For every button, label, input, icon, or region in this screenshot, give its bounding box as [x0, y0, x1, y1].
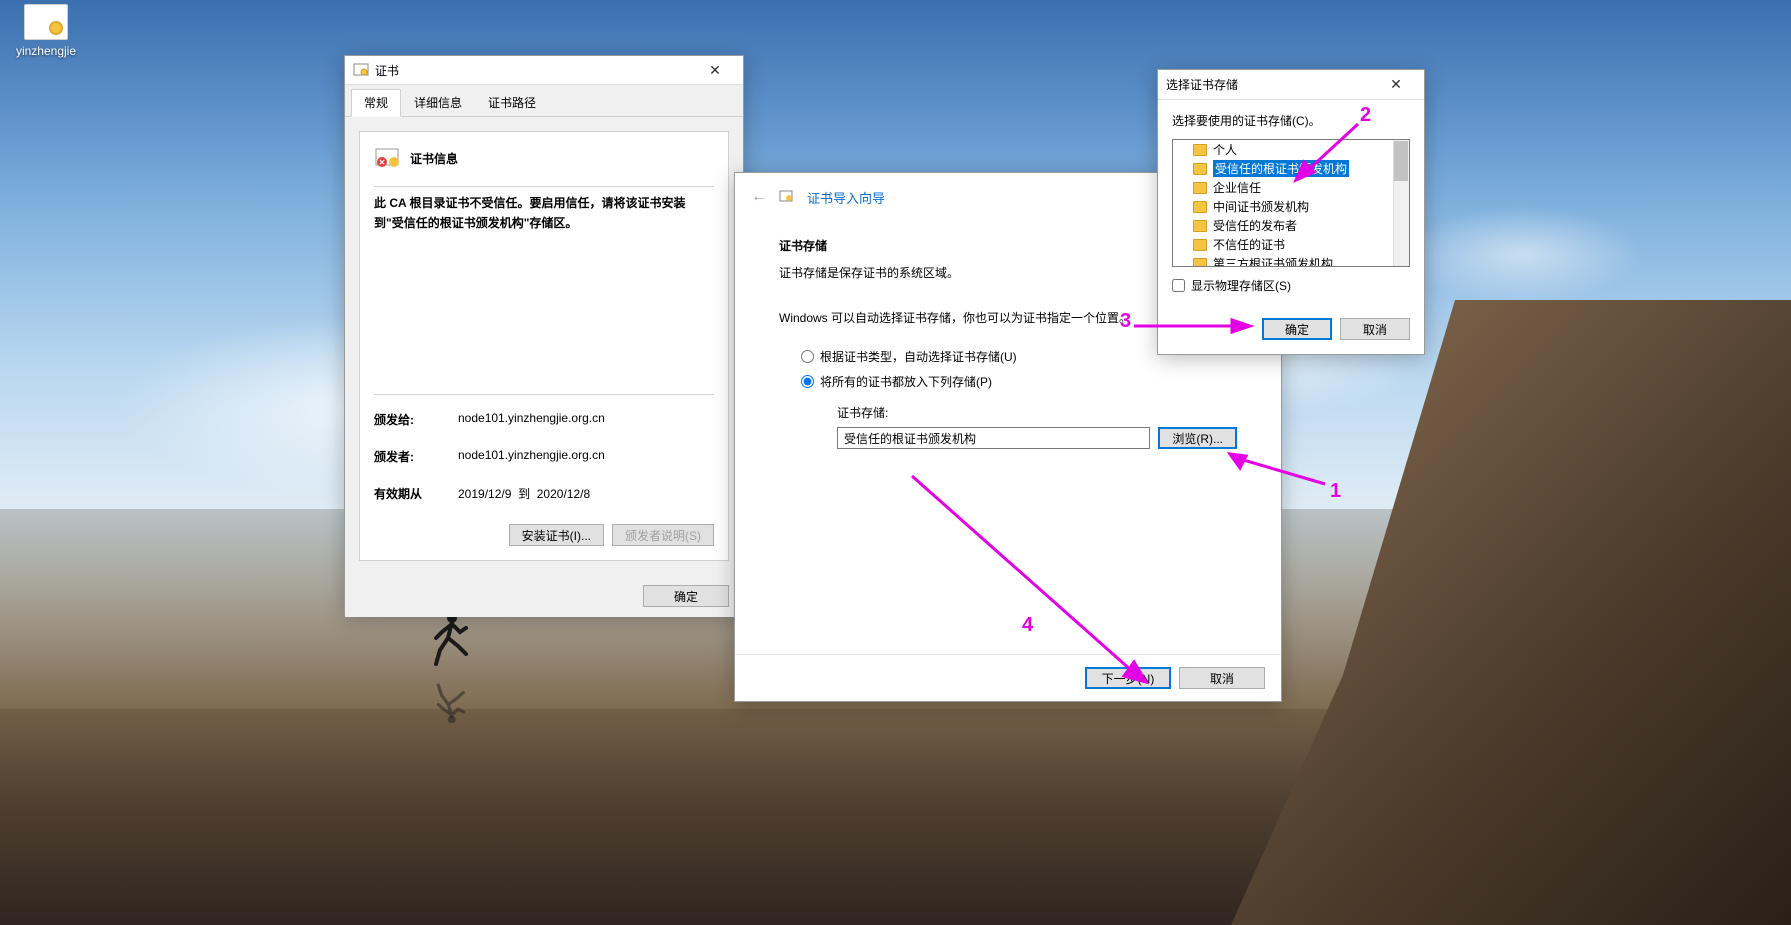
- certificate-panel: ✕ 证书信息 此 CA 根目录证书不受信任。要启用信任，请将该证书安装到"受信任…: [359, 131, 729, 561]
- certificate-titlebar[interactable]: 证书 ✕: [345, 56, 743, 85]
- desktop-icon-certificate[interactable]: yinzhengjie: [8, 4, 84, 58]
- scrollbar-thumb[interactable]: [1394, 141, 1408, 181]
- tab-cert-path[interactable]: 证书路径: [475, 89, 549, 116]
- tree-item-trusted-root[interactable]: 受信任的根证书颁发机构: [1173, 159, 1409, 178]
- certificate-tab-body: ✕ 证书信息 此 CA 根目录证书不受信任。要启用信任，请将该证书安装到"受信任…: [345, 117, 743, 575]
- issuer-statement-button: 颁发者说明(S): [612, 524, 714, 546]
- radio-manual-input[interactable]: [801, 375, 814, 388]
- cert-warning-icon: ✕: [374, 146, 402, 170]
- runner-silhouette: [430, 610, 470, 670]
- picker-ok-button[interactable]: 确定: [1262, 318, 1332, 340]
- annotation-3: 3: [1120, 310, 1131, 333]
- wizard-cancel-button[interactable]: 取消: [1179, 667, 1265, 689]
- folder-icon: [1193, 144, 1207, 156]
- store-field-label: 证书存储:: [837, 404, 1237, 421]
- certificate-title: 证书: [375, 62, 399, 79]
- radio-auto-input[interactable]: [801, 350, 814, 363]
- folder-icon: [1193, 163, 1207, 175]
- store-tree[interactable]: 个人 受信任的根证书颁发机构 企业信任 中间证书颁发机构 受信任的发布者 不信任…: [1172, 139, 1410, 267]
- folder-icon: [1193, 258, 1207, 268]
- close-button[interactable]: ✕: [695, 56, 735, 84]
- radio-manual-select[interactable]: 将所有的证书都放入下列存储(P): [779, 369, 1237, 394]
- radio-manual-label: 将所有的证书都放入下列存储(P): [820, 373, 992, 390]
- arrow-4: [902, 466, 1152, 686]
- store-input[interactable]: [837, 427, 1150, 449]
- browse-button[interactable]: 浏览(R)...: [1158, 427, 1237, 449]
- issued-to-label: 颁发给:: [374, 411, 458, 428]
- desktop-icon-label: yinzhengjie: [8, 44, 84, 58]
- store-picker-close-button[interactable]: ✕: [1376, 71, 1416, 99]
- issued-by-label: 颁发者:: [374, 448, 458, 465]
- folder-icon: [1193, 201, 1207, 213]
- certificate-icon: [353, 62, 369, 78]
- arrow-3: [1132, 318, 1252, 334]
- tree-item-personal[interactable]: 个人: [1173, 140, 1409, 159]
- tree-item-untrusted[interactable]: 不信任的证书: [1173, 235, 1409, 254]
- folder-icon: [1193, 220, 1207, 232]
- arrow-2: [1296, 122, 1366, 182]
- folder-icon: [1193, 239, 1207, 251]
- show-physical-checkbox[interactable]: [1172, 279, 1185, 292]
- tab-details[interactable]: 详细信息: [401, 89, 475, 116]
- tab-general[interactable]: 常规: [351, 89, 401, 117]
- certificate-file-icon: [24, 4, 68, 40]
- valid-from-label: 有效期从: [374, 485, 458, 502]
- certificate-tabs: 常规 详细信息 证书路径: [345, 85, 743, 117]
- cert-warning-text: 此 CA 根目录证书不受信任。要启用信任，请将该证书安装到"受信任的根证书颁发机…: [374, 193, 714, 246]
- wizard-icon: [779, 189, 795, 205]
- tree-item-third-party[interactable]: 第三方根证书颁发机构: [1173, 254, 1409, 267]
- svg-text:✕: ✕: [379, 158, 386, 167]
- store-picker-instruction: 选择要使用的证书存储(C)。: [1172, 112, 1410, 129]
- show-physical-checkbox-row[interactable]: 显示物理存储区(S): [1172, 277, 1410, 294]
- store-picker-titlebar[interactable]: 选择证书存储 ✕: [1158, 70, 1424, 100]
- install-certificate-button[interactable]: 安装证书(I)...: [509, 524, 604, 546]
- certificate-dialog: 证书 ✕ 常规 详细信息 证书路径 ✕ 证书信息 此 CA 根目录证书不受信任。…: [344, 55, 744, 615]
- tree-item-enterprise[interactable]: 企业信任: [1173, 178, 1409, 197]
- show-physical-label: 显示物理存储区(S): [1191, 277, 1291, 294]
- certificate-ok-button[interactable]: 确定: [643, 585, 729, 607]
- arrow-1: [1230, 454, 1332, 494]
- tree-item-intermediate[interactable]: 中间证书颁发机构: [1173, 197, 1409, 216]
- radio-auto-label: 根据证书类型，自动选择证书存储(U): [820, 348, 1017, 365]
- runner-reflection: [430, 681, 470, 726]
- wizard-title: 证书导入向导: [807, 188, 885, 207]
- issued-to-value: node101.yinzhengjie.org.cn: [458, 411, 605, 428]
- store-picker-dialog: 选择证书存储 ✕ 选择要使用的证书存储(C)。 个人 受信任的根证书颁发机构 企…: [1157, 69, 1425, 355]
- folder-icon: [1193, 182, 1207, 194]
- valid-from-value: 2019/12/9 到 2020/12/8: [458, 485, 590, 502]
- issued-by-value: node101.yinzhengjie.org.cn: [458, 448, 605, 465]
- picker-cancel-button[interactable]: 取消: [1340, 318, 1410, 340]
- tree-item-trusted-publishers[interactable]: 受信任的发布者: [1173, 216, 1409, 235]
- store-picker-title: 选择证书存储: [1166, 76, 1238, 93]
- cert-info-header-text: 证书信息: [410, 150, 458, 167]
- back-button[interactable]: ←: [751, 188, 767, 206]
- tree-scrollbar[interactable]: [1393, 140, 1409, 266]
